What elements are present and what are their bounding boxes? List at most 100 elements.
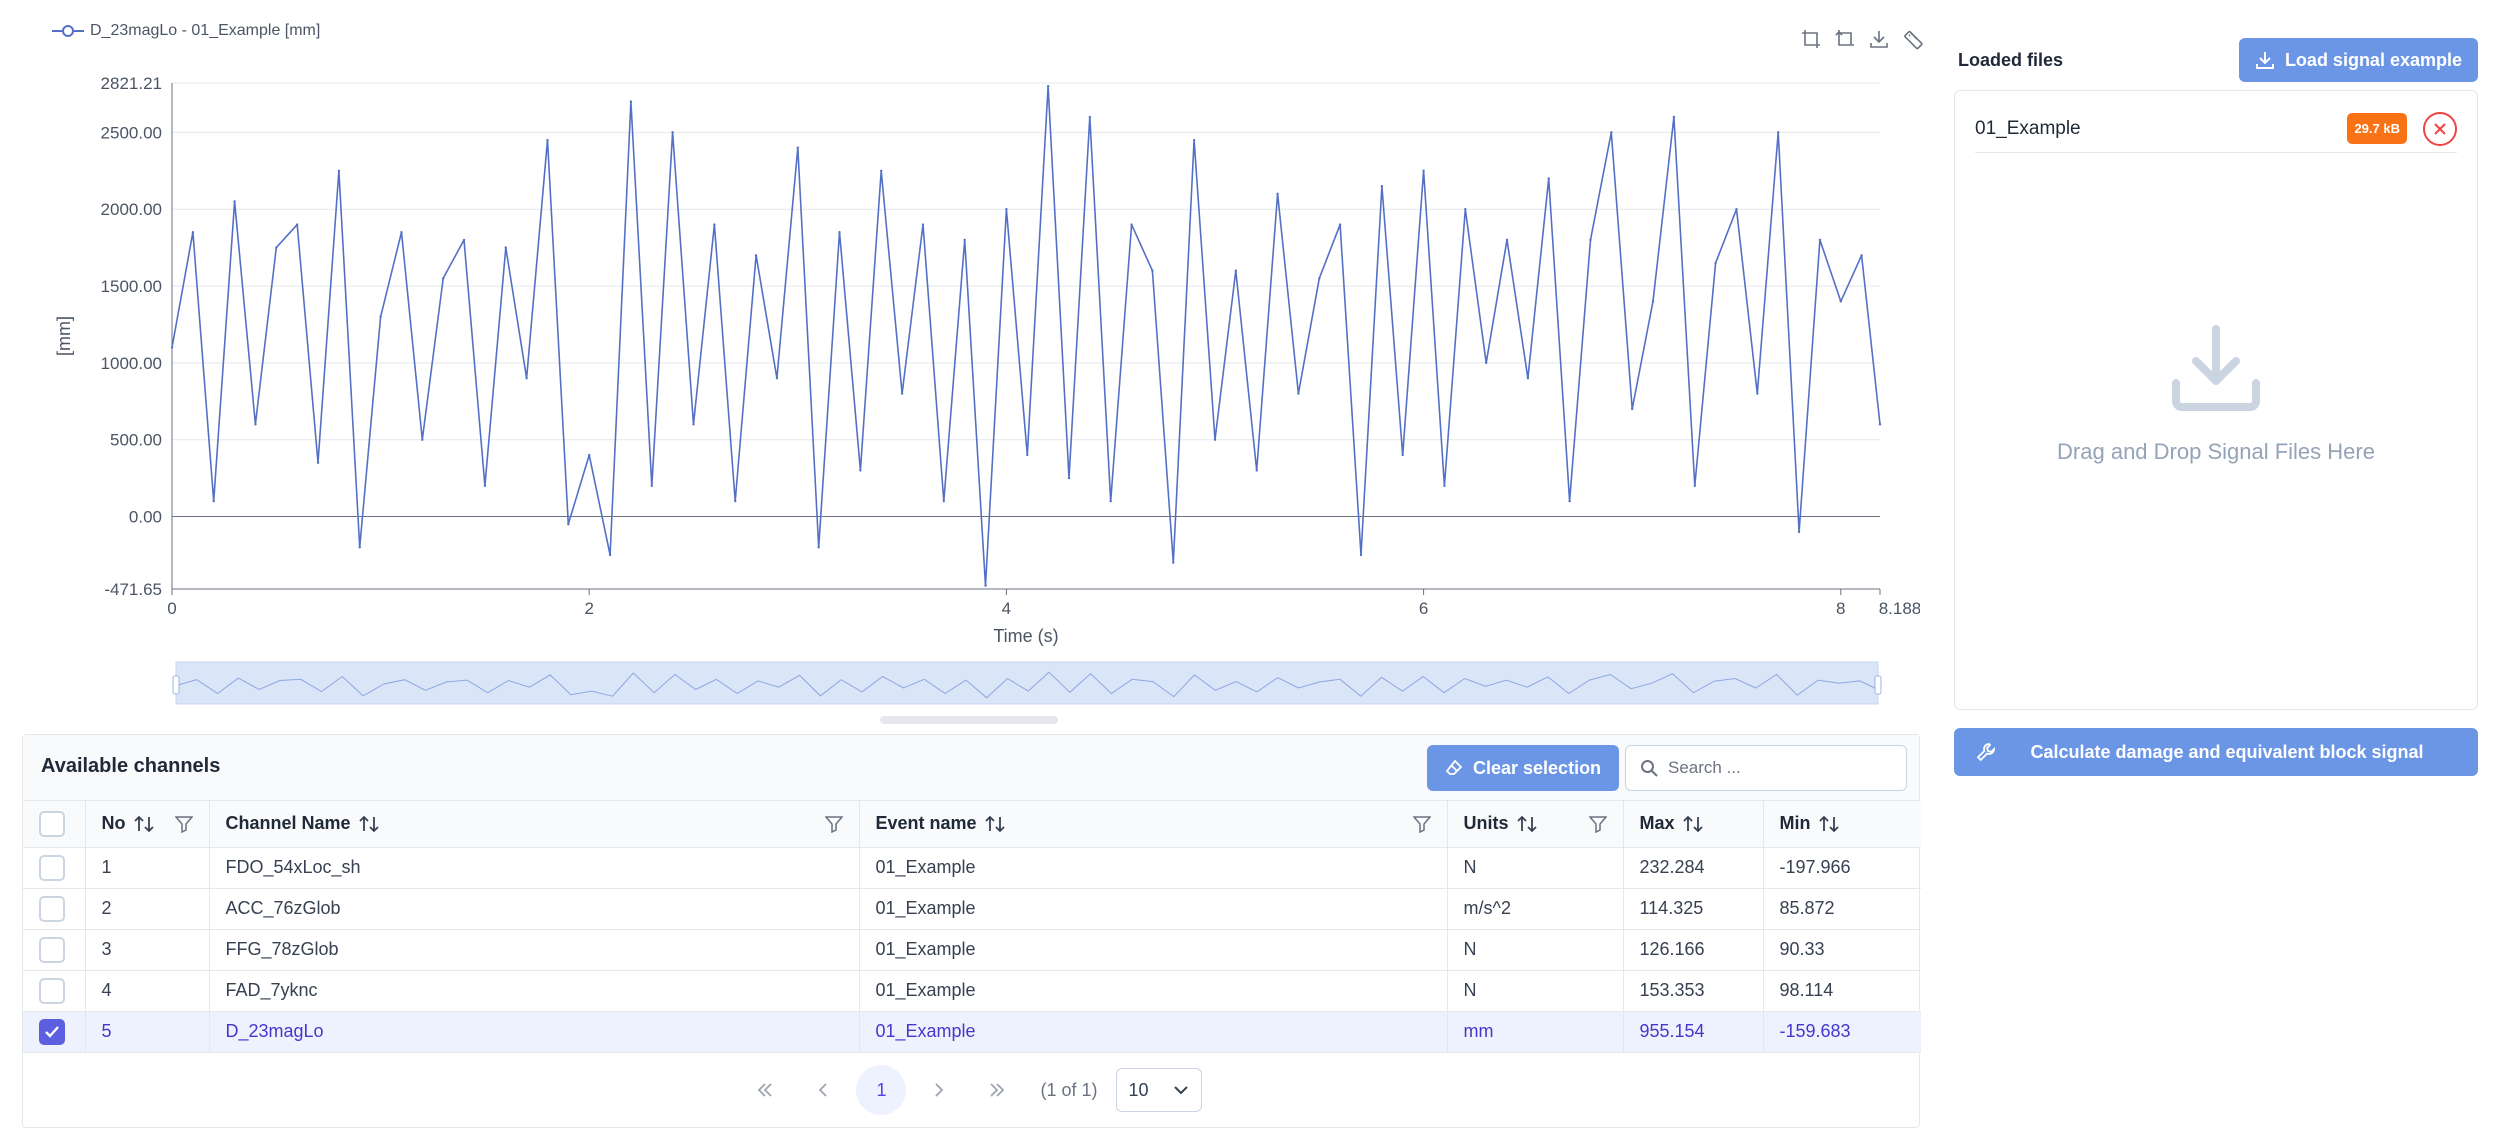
remove-file-button[interactable]: [2423, 111, 2457, 146]
check-icon: [45, 1025, 59, 1038]
y-tick-label: 2500.00: [101, 123, 162, 142]
column-header-no[interactable]: No: [85, 801, 210, 848]
column-header-label: Channel Name: [225, 813, 351, 834]
column-header-max[interactable]: Max: [1623, 801, 1764, 848]
table-row[interactable]: 2 ACC_76zGlob 01_Example m/s^2 114.325 85.872: [23, 888, 1921, 930]
row-select-cell: [23, 929, 86, 971]
y-tick-label: 2821.21: [101, 74, 162, 93]
sort-icon[interactable]: [133, 815, 154, 833]
table-row[interactable]: 5 D_23magLo 01_Example mm 955.154 -159.683: [23, 1011, 1921, 1053]
column-header-channel-name[interactable]: Channel Name: [209, 801, 860, 848]
data-point: [233, 200, 236, 203]
sort-icon[interactable]: [1818, 815, 1839, 833]
row-checkbox[interactable]: [39, 977, 65, 1004]
data-point: [1109, 499, 1112, 503]
sort-icon[interactable]: [1516, 815, 1537, 833]
data-point: [1484, 361, 1488, 365]
x-tick-label: 4: [1002, 599, 1011, 618]
ruler-icon[interactable]: [1902, 28, 1924, 50]
channels-table-section: Available channels Clear selection No: [22, 734, 1921, 1128]
table-head-row: No Channel Name Event name Units Max Min: [23, 801, 1921, 848]
cell-event-name: 01_Example: [859, 970, 1448, 1012]
drop-zone[interactable]: Drag and Drop Signal Files Here: [1955, 321, 2477, 465]
data-point: [1067, 476, 1071, 480]
column-header-min[interactable]: Min: [1763, 801, 1921, 848]
data-point: [775, 377, 779, 380]
column-header-event-name[interactable]: Event name: [859, 801, 1448, 848]
table-row[interactable]: 4 FAD_7yknc 01_Example N 153.353 98.114: [23, 970, 1921, 1012]
table-title: Available channels: [41, 755, 221, 777]
clear-selection-button[interactable]: Clear selection: [1427, 745, 1620, 791]
rows-per-page-dropdown[interactable]: 10: [1115, 1068, 1202, 1112]
prev-page-button[interactable]: [798, 1065, 848, 1115]
page-button-1[interactable]: 1: [856, 1065, 907, 1115]
sort-icon[interactable]: [984, 815, 1005, 833]
data-point: [212, 499, 215, 503]
last-page-button[interactable]: [972, 1065, 1022, 1115]
data-point: [1255, 469, 1258, 472]
column-header-label: No: [101, 813, 126, 834]
download-icon[interactable]: [1868, 28, 1890, 50]
cell-units: N: [1447, 970, 1624, 1012]
data-point: [1422, 169, 1425, 172]
files-panel: 01_Example 29.7 kB Drag and Drop Signal …: [1954, 90, 2478, 710]
data-point: [1151, 269, 1154, 272]
y-tick-label: -471.65: [104, 580, 162, 599]
data-point: [170, 346, 174, 349]
chart-legend[interactable]: D_23magLo - 01_Example [mm]: [52, 22, 320, 40]
data-point: [1443, 484, 1446, 487]
filter-icon[interactable]: [824, 815, 843, 833]
data-point: [1234, 269, 1238, 272]
data-point: [900, 392, 904, 395]
data-point: [1318, 277, 1321, 280]
row-checkbox[interactable]: [39, 895, 65, 922]
x-tick-label: 0: [167, 599, 176, 618]
sort-icon[interactable]: [358, 815, 379, 833]
filter-icon[interactable]: [174, 815, 193, 833]
data-point: [1359, 553, 1363, 557]
data-point: [817, 546, 820, 549]
row-checkbox[interactable]: [39, 1018, 65, 1045]
cell-channel-name: D_23magLo: [209, 1011, 860, 1053]
horizontal-scrollbar: [880, 716, 1058, 724]
table-row[interactable]: 1 FDO_54xLoc_sh 01_Example N 232.284 -197.966: [23, 847, 1921, 889]
row-checkbox[interactable]: [39, 854, 65, 881]
data-point: [1818, 238, 1822, 242]
table-row[interactable]: 3 FFG_78zGlob 01_Example N 126.166 90.33: [23, 929, 1921, 971]
select-all-checkbox[interactable]: [39, 810, 65, 837]
cell-channel-name: FFG_78zGlob: [209, 929, 860, 971]
cell-units: N: [1447, 847, 1624, 889]
data-point: [316, 461, 320, 464]
legend-label: D_23magLo - 01_Example [mm]: [90, 22, 321, 39]
filter-icon[interactable]: [1412, 815, 1431, 833]
search-box[interactable]: [1625, 745, 1907, 791]
data-point: [734, 499, 737, 503]
data-point: [1797, 530, 1801, 534]
data-point: [1005, 207, 1008, 211]
cell-no: 1: [85, 847, 210, 889]
cell-max: 232.284: [1623, 847, 1764, 889]
next-page-button[interactable]: [914, 1065, 964, 1115]
calculate-damage-button[interactable]: Calculate damage and equivalent block si…: [1954, 728, 2478, 776]
file-item[interactable]: 01_Example 29.7 kB: [1975, 105, 2457, 153]
data-point: [1839, 300, 1842, 303]
sort-icon[interactable]: [1682, 815, 1703, 833]
column-header-units[interactable]: Units: [1447, 801, 1624, 848]
first-page-button[interactable]: [740, 1065, 790, 1115]
data-point: [984, 584, 987, 587]
data-point: [567, 523, 570, 526]
data-point: [713, 223, 716, 226]
filter-icon[interactable]: [1588, 815, 1607, 833]
x-axis-title: Time (s): [993, 626, 1058, 646]
cell-units: m/s^2: [1447, 888, 1624, 930]
zoom-select-icon[interactable]: [1800, 28, 1822, 50]
data-point: [629, 100, 633, 103]
load-signal-example-button[interactable]: Load signal example: [2238, 38, 2478, 82]
file-name: 01_Example: [1975, 117, 2081, 139]
search-input[interactable]: [1668, 758, 1888, 778]
data-point: [650, 484, 653, 487]
legend-line-icon: [52, 25, 84, 37]
row-checkbox[interactable]: [39, 936, 65, 963]
cell-event-name: 01_Example: [859, 1011, 1448, 1053]
zoom-reset-icon[interactable]: [1834, 28, 1856, 50]
